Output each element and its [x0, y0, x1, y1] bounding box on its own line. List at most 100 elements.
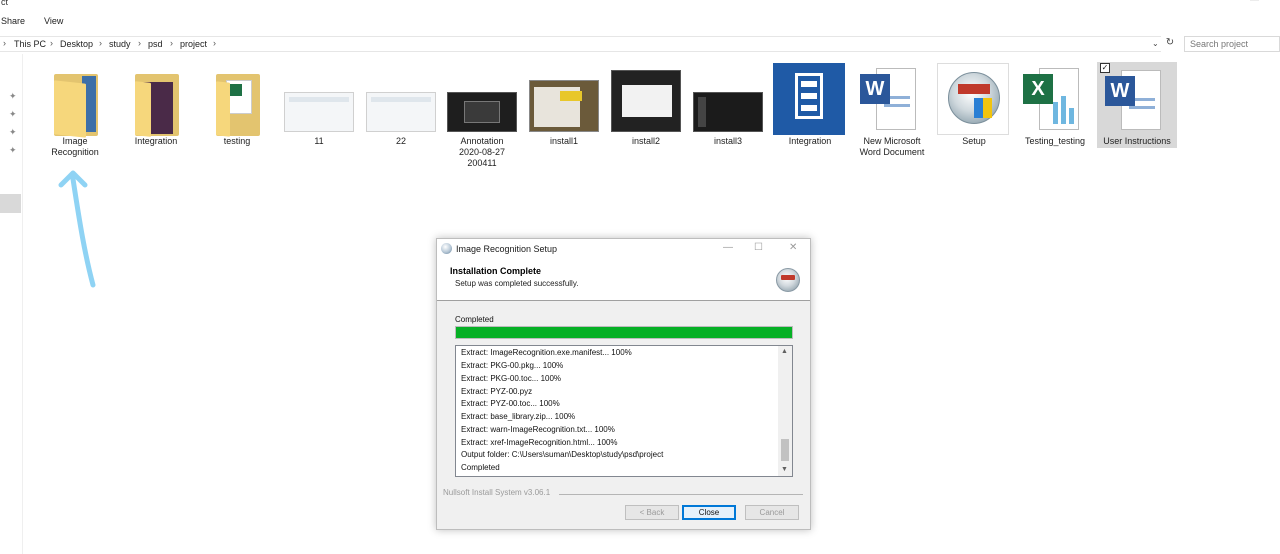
- file-label: User Instructions: [1103, 136, 1171, 146]
- file-label: Testing_testing: [1024, 136, 1086, 146]
- dialog-title-bar[interactable]: Image Recognition Setup — ☐ ✕: [437, 239, 810, 259]
- menu-view[interactable]: View: [44, 16, 63, 26]
- log-line: Extract: ImageRecognition.exe.manifest..…: [461, 348, 632, 357]
- pin-icon[interactable]: ✦: [9, 145, 17, 156]
- installer-icon: [441, 243, 452, 254]
- search-placeholder: Search project: [1190, 39, 1249, 49]
- dialog-minimize-button[interactable]: —: [723, 242, 733, 253]
- file-item-image-recognition[interactable]: Image Recognition: [35, 62, 115, 172]
- breadcrumb-separator-icon: ›: [213, 38, 216, 48]
- nsis-logo-icon: [776, 268, 800, 292]
- file-item-setup[interactable]: Setup: [934, 62, 1014, 172]
- file-label: 11: [314, 136, 324, 146]
- scroll-up-icon[interactable]: ▲: [781, 348, 788, 355]
- minimize-button[interactable]: —: [1250, 0, 1259, 4]
- breadcrumb-study[interactable]: study: [109, 39, 131, 49]
- file-label: Image Recognition: [51, 136, 99, 157]
- file-item-new-word-document[interactable]: W New Microsoft Word Document: [852, 62, 932, 172]
- file-item-integration-folder[interactable]: Integration: [116, 62, 196, 172]
- nav-chevron-icon[interactable]: ›: [3, 38, 6, 48]
- breadcrumb-separator-icon: ›: [50, 38, 53, 48]
- pin-icon[interactable]: ✦: [9, 109, 17, 120]
- cancel-button[interactable]: Cancel: [745, 505, 799, 520]
- scroll-down-icon[interactable]: ▼: [781, 466, 788, 473]
- back-button[interactable]: < Back: [625, 505, 679, 520]
- address-dropdown-icon[interactable]: ⌄: [1152, 39, 1159, 48]
- close-button[interactable]: Close: [682, 505, 736, 520]
- log-line: Extract: PYZ-00.pyz: [461, 387, 533, 396]
- status-label: Completed: [455, 315, 494, 324]
- progress-bar: [455, 326, 793, 339]
- breadcrumb-separator-icon: ›: [170, 38, 173, 48]
- file-label: Integration: [134, 136, 178, 146]
- pin-icon[interactable]: ✦: [9, 127, 17, 138]
- log-line: Completed: [461, 463, 500, 472]
- dialog-maximize-button[interactable]: ☐: [754, 242, 763, 253]
- breadcrumb-desktop[interactable]: Desktop: [60, 39, 93, 49]
- file-label: Integration: [788, 136, 832, 146]
- log-line: Extract: PKG-00.toc... 100%: [461, 374, 562, 383]
- file-item-install2[interactable]: install2: [606, 62, 686, 172]
- breadcrumb-psd[interactable]: psd: [148, 39, 163, 49]
- nav-pane-selected-item[interactable]: [0, 194, 21, 213]
- address-bar[interactable]: › This PC › Desktop › study › psd › proj…: [0, 36, 1161, 52]
- header-title: Installation Complete: [450, 266, 542, 276]
- log-line: Extract: base_library.zip... 100%: [461, 412, 576, 421]
- file-item-annotation[interactable]: Annotation 2020-08-27 200411: [442, 62, 522, 172]
- image-thumbnail-icon: [611, 70, 681, 132]
- setup-dialog: Image Recognition Setup — ☐ ✕ Installati…: [436, 238, 811, 530]
- image-thumbnail-icon: [366, 92, 436, 132]
- file-label: Setup: [962, 136, 986, 146]
- breadcrumb-this-pc[interactable]: This PC: [14, 39, 46, 49]
- menu-share[interactable]: Share: [1, 16, 25, 26]
- log-line: Extract: xref-ImageRecognition.html... 1…: [461, 438, 618, 447]
- file-label: New Microsoft Word Document: [859, 136, 925, 157]
- file-item-install3[interactable]: install3: [688, 62, 768, 172]
- image-thumbnail-icon: [693, 92, 763, 132]
- log-line: Extract: PKG-00.pkg... 100%: [461, 361, 564, 370]
- log-scrollbar[interactable]: ▲ ▼: [778, 346, 792, 476]
- breadcrumb-separator-icon: ›: [138, 38, 141, 48]
- folder-icon: [210, 68, 264, 137]
- file-label: install2: [631, 136, 660, 146]
- image-thumbnail-icon: [529, 80, 599, 132]
- file-item-integration-zip[interactable]: Integration: [770, 62, 850, 172]
- file-label: Annotation 2020-08-27 200411: [458, 136, 506, 168]
- installer-branding: Nullsoft Install System v3.06.1: [443, 488, 551, 497]
- nsis-setup-icon: [937, 63, 1009, 135]
- refresh-icon[interactable]: ↻: [1163, 37, 1177, 51]
- winzip-icon: [773, 63, 845, 135]
- word-document-icon: W: [1105, 68, 1165, 134]
- folder-icon: [48, 68, 102, 138]
- progress-fill: [456, 327, 792, 338]
- file-item-11[interactable]: 11: [279, 62, 359, 172]
- file-label: 22: [395, 136, 406, 146]
- file-item-testing-folder[interactable]: testing: [197, 62, 277, 172]
- excel-document-icon: X: [1023, 66, 1083, 134]
- scrollbar-thumb[interactable]: [781, 439, 789, 461]
- nav-pane-divider: [22, 54, 23, 554]
- file-label: install1: [549, 136, 578, 146]
- file-item-22[interactable]: 22: [361, 62, 441, 172]
- pin-icon[interactable]: ✦: [9, 91, 17, 102]
- file-item-testing-testing[interactable]: X Testing_testing: [1015, 62, 1095, 172]
- image-thumbnail-icon: [284, 92, 354, 132]
- word-document-icon: W: [860, 66, 920, 134]
- log-line: Extract: PYZ-00.toc... 100%: [461, 399, 560, 408]
- file-item-user-instructions[interactable]: ✓ W User Instructions: [1097, 62, 1177, 148]
- annotation-arrow: [58, 170, 96, 288]
- file-label: testing: [223, 136, 251, 146]
- file-item-install1[interactable]: install1: [524, 62, 604, 172]
- search-input[interactable]: Search project: [1184, 36, 1280, 52]
- dialog-title: Image Recognition Setup: [456, 244, 558, 254]
- file-label: install3: [713, 136, 742, 146]
- window-title-fragment: ct: [1, 0, 9, 7]
- dialog-close-icon[interactable]: ✕: [789, 242, 797, 253]
- image-thumbnail-icon: [447, 92, 517, 132]
- dialog-header: Installation Complete Setup was complete…: [437, 259, 810, 301]
- log-line: Extract: warn-ImageRecognition.txt... 10…: [461, 425, 615, 434]
- folder-icon: [129, 68, 183, 137]
- install-log[interactable]: Extract: ImageRecognition.exe.manifest..…: [455, 345, 793, 477]
- breadcrumb-project[interactable]: project: [180, 39, 207, 49]
- branding-divider: [559, 494, 803, 495]
